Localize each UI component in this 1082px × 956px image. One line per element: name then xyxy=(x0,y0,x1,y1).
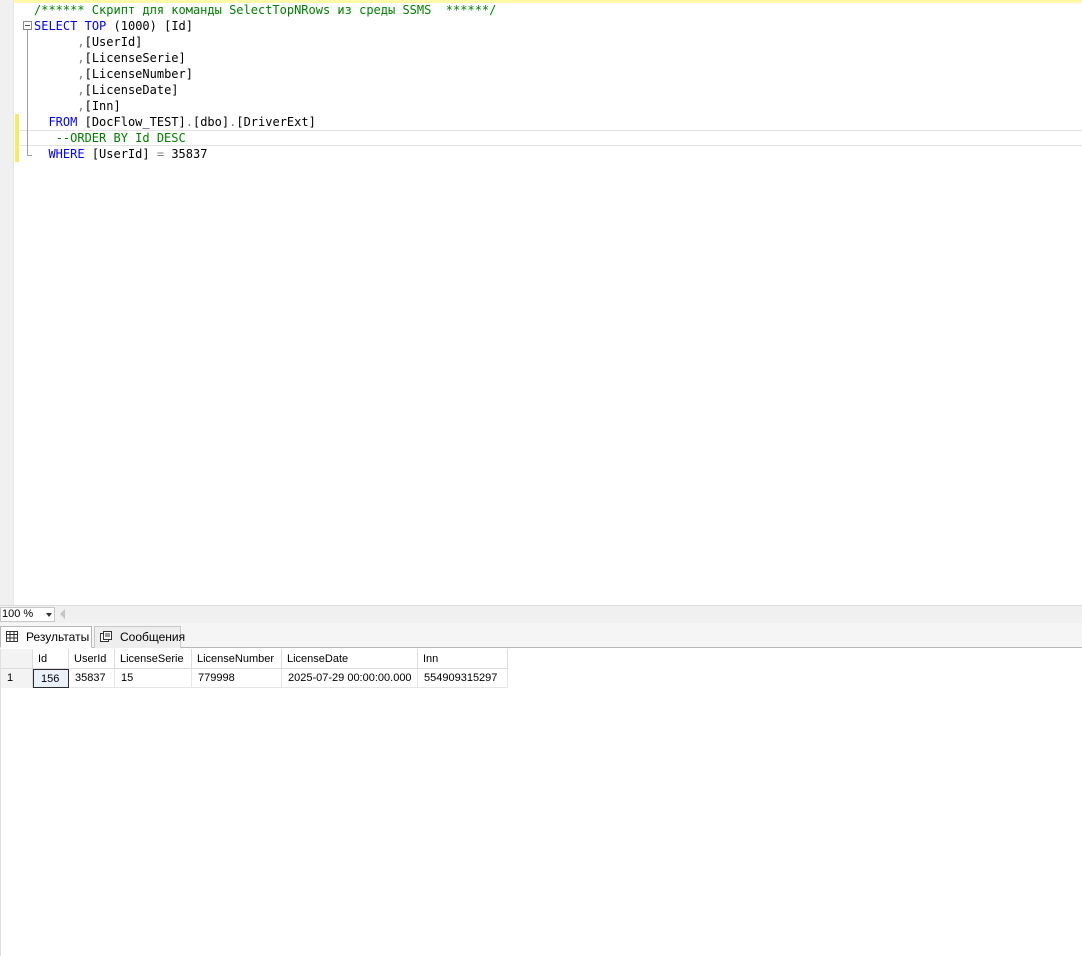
grid-corner[interactable] xyxy=(1,649,33,669)
keyword-from: FROM xyxy=(48,115,78,129)
table-cell[interactable]: 15 xyxy=(115,669,192,688)
fold-guide xyxy=(27,30,28,155)
keyword-top: TOP xyxy=(84,19,107,33)
column-licensenumber: [LicenseNumber] xyxy=(84,67,193,81)
column-userid: [UserId] xyxy=(91,147,150,161)
keyword-where: WHERE xyxy=(48,147,85,161)
code-line-1[interactable]: /****** Скрипт для команды SelectTopNRow… xyxy=(34,2,496,18)
comma: , xyxy=(77,83,85,97)
table-cell[interactable]: 2025-07-29 00:00:00.000 xyxy=(282,669,418,688)
comment-text: /****** Скрипт для команды SelectTopNRow… xyxy=(34,3,497,17)
dot: . xyxy=(185,115,193,129)
database-name: [DocFlow_TEST] xyxy=(84,115,186,129)
tab-messages[interactable]: Сообщения xyxy=(94,626,185,648)
table-cell[interactable]: 554909315297 xyxy=(418,669,508,688)
table-cell[interactable]: 35837 xyxy=(69,669,115,688)
results-grid[interactable]: Id UserId LicenseSerie LicenseNumber Lic… xyxy=(0,649,1082,956)
code-line-2[interactable]: SELECT TOP (1000) [Id] xyxy=(34,18,193,34)
column-licensedate: [LicenseDate] xyxy=(84,83,179,97)
code-line-3[interactable]: ,[UserId] xyxy=(34,34,142,50)
code-line-5[interactable]: ,[LicenseNumber] xyxy=(34,66,193,82)
column-header[interactable]: UserId xyxy=(69,649,115,669)
column-header[interactable]: LicenseSerie xyxy=(115,649,192,669)
code-line-7[interactable]: ,[Inn] xyxy=(34,98,121,114)
results-tab-strip: Результаты Сообщения xyxy=(0,623,1082,648)
column-id: [Id] xyxy=(164,19,194,33)
chevron-down-icon xyxy=(46,613,52,617)
code-line-6[interactable]: ,[LicenseDate] xyxy=(34,82,179,98)
code-line-9[interactable]: --ORDER BY Id DESC xyxy=(34,130,186,146)
grid-icon xyxy=(6,631,18,642)
column-header[interactable]: Inn xyxy=(418,649,508,669)
column-header[interactable]: LicenseNumber xyxy=(192,649,282,669)
column-header[interactable]: LicenseDate xyxy=(282,649,418,669)
comma: , xyxy=(77,67,85,81)
schema-name: [dbo] xyxy=(192,115,230,129)
code-line-4[interactable]: ,[LicenseSerie] xyxy=(34,50,186,66)
fold-guide-end xyxy=(27,155,32,156)
operator-equals: = xyxy=(156,147,165,161)
comma: , xyxy=(77,51,85,65)
tab-messages-label: Сообщения xyxy=(120,630,186,644)
query-editor[interactable]: /****** Скрипт для команды SelectTopNRow… xyxy=(0,0,1082,605)
table-cell-selected[interactable]: 156 xyxy=(33,669,69,688)
column-header[interactable]: Id xyxy=(33,649,69,669)
code-line-10[interactable]: WHERE [UserId] = 35837 xyxy=(34,146,207,162)
tab-results[interactable]: Результаты xyxy=(0,626,92,648)
change-indicator xyxy=(15,130,19,162)
comma: , xyxy=(77,35,85,49)
tab-results-label: Результаты xyxy=(26,630,90,644)
comment-text: --ORDER BY Id DESC xyxy=(55,131,186,145)
collapse-toggle-icon[interactable] xyxy=(23,21,32,30)
filter-value: 35837 xyxy=(171,147,208,161)
column-userid: [UserId] xyxy=(84,35,143,49)
column-licenseserie: [LicenseSerie] xyxy=(84,51,186,65)
zoom-scroll-bar: 100 % xyxy=(0,605,1082,623)
code-line-8[interactable]: FROM [DocFlow_TEST].[dbo].[DriverExt] xyxy=(34,114,316,130)
table-name: [DriverExt] xyxy=(236,115,316,129)
change-indicator xyxy=(15,114,19,130)
table-cell[interactable]: 779998 xyxy=(192,669,282,688)
scroll-left-icon[interactable] xyxy=(60,609,65,619)
top-count: (1000) xyxy=(113,19,157,33)
zoom-dropdown[interactable]: 100 % xyxy=(0,607,55,622)
column-inn: [Inn] xyxy=(84,99,121,113)
row-number[interactable]: 1 xyxy=(1,669,33,688)
comma: , xyxy=(77,99,85,113)
keyword-select: SELECT xyxy=(34,19,78,33)
zoom-value: 100 % xyxy=(2,608,34,620)
editor-gutter xyxy=(0,0,14,605)
messages-icon xyxy=(100,631,112,642)
